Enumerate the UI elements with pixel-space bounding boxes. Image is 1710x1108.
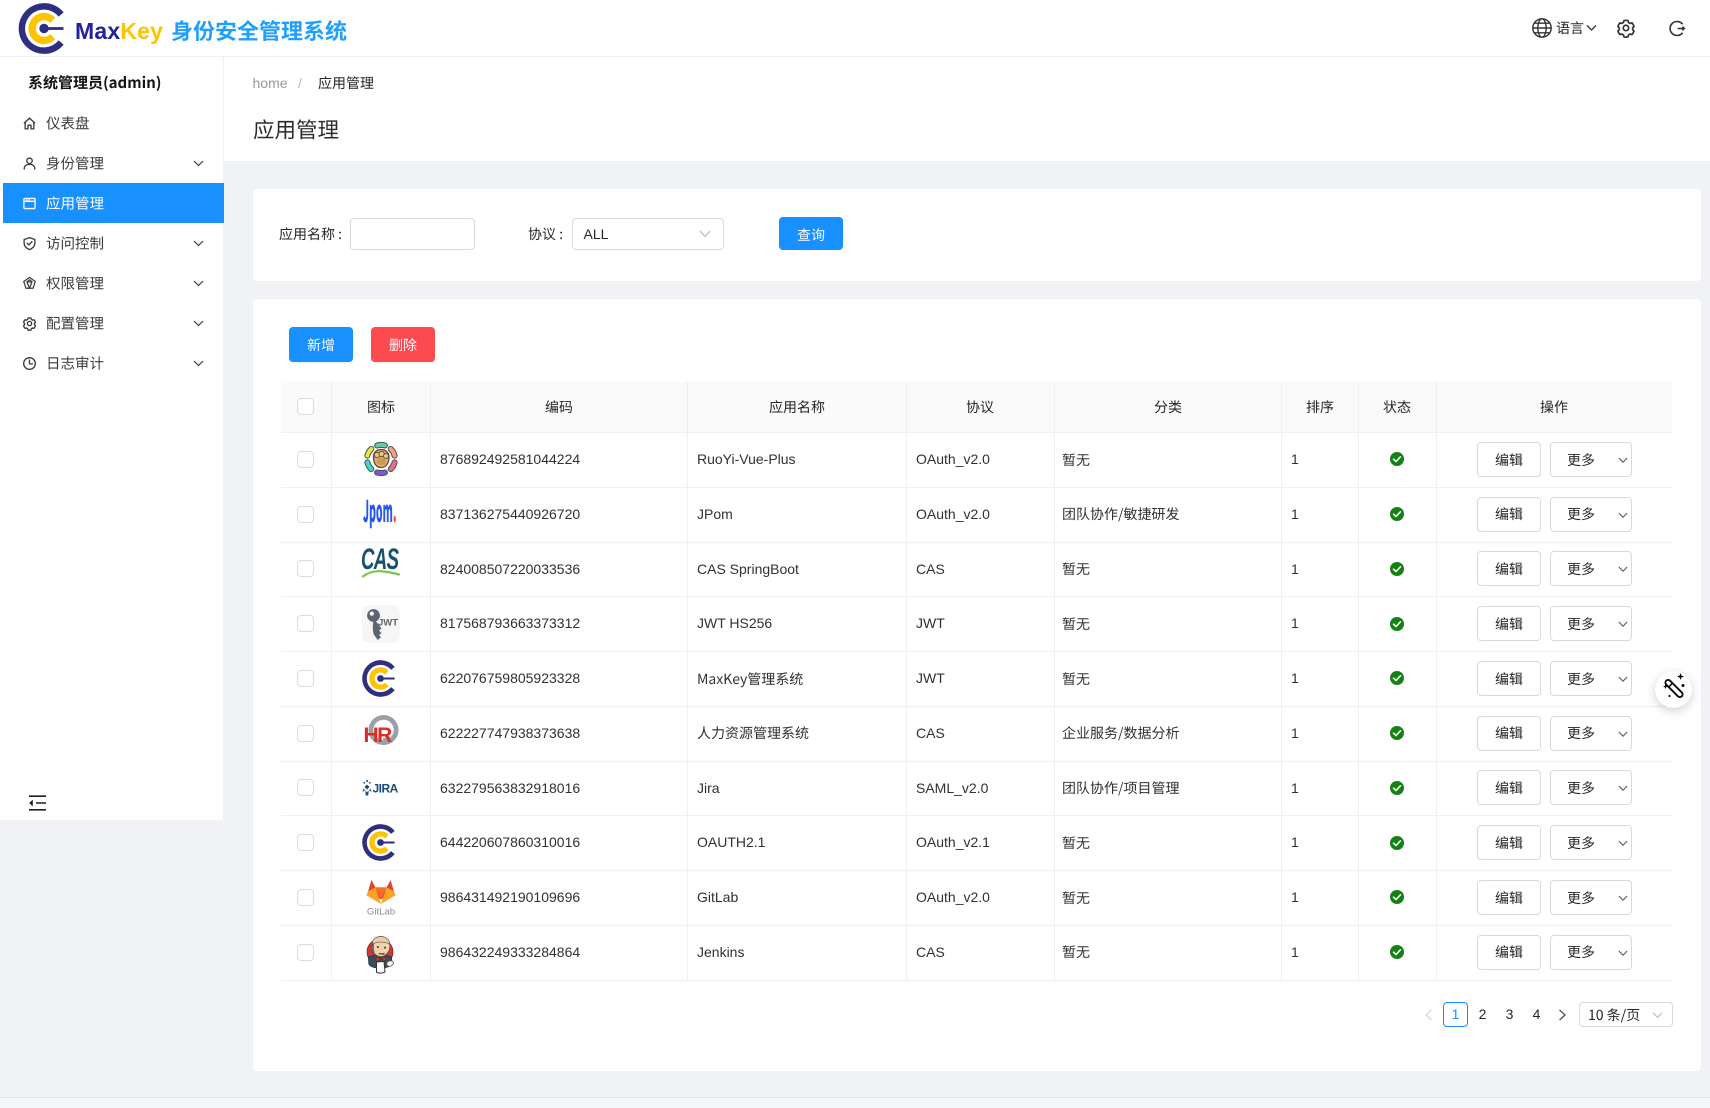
svg-text:GitLab: GitLab xyxy=(366,907,394,917)
svg-text:JIRA: JIRA xyxy=(373,781,399,795)
svg-text:JWT: JWT xyxy=(378,617,398,628)
svg-text:HR: HR xyxy=(363,724,392,747)
